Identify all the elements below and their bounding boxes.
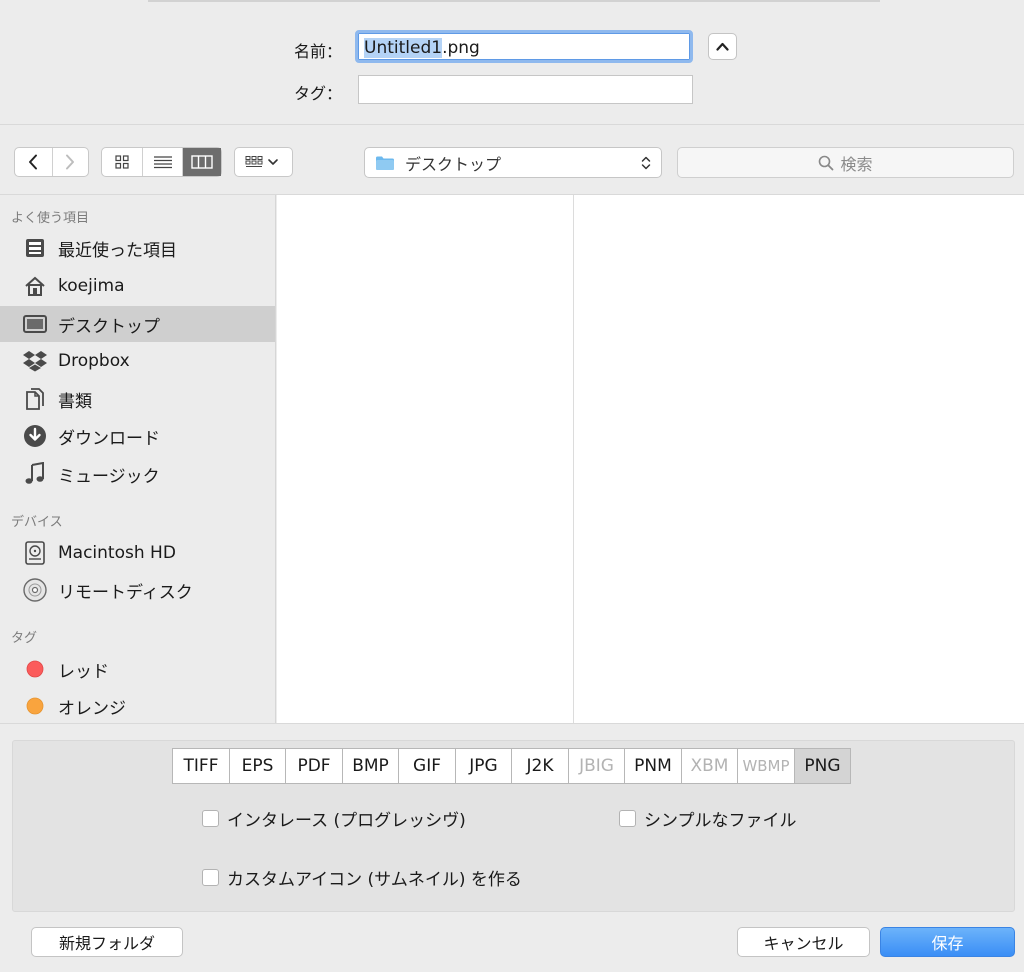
format-bmp-button[interactable]: BMP <box>342 748 399 784</box>
browser-bottom-divider <box>0 723 1024 724</box>
sidebar-item-dropbox[interactable]: Dropbox <box>0 343 275 379</box>
location-popup[interactable]: デスクトップ <box>364 147 662 178</box>
format-gif-button[interactable]: GIF <box>398 748 456 784</box>
sidebar-item-label: ダウンロード <box>58 428 160 449</box>
documents-icon <box>22 386 48 412</box>
browser-column-2[interactable] <box>574 195 1024 723</box>
chevron-left-icon <box>29 154 38 170</box>
sidebar-item-label: koejima <box>58 276 125 296</box>
format-xbm-button: XBM <box>681 748 738 784</box>
format-jpg-button[interactable]: JPG <box>455 748 512 784</box>
expand-dialog-button[interactable] <box>708 33 737 60</box>
tag-input[interactable] <box>358 75 693 104</box>
search-input[interactable]: 検索 <box>677 147 1014 178</box>
devices-heading: デバイス <box>11 515 63 530</box>
chevron-up-icon <box>716 42 729 51</box>
music-icon <box>22 461 48 487</box>
icon-view-button[interactable] <box>102 148 142 176</box>
new-folder-button[interactable]: 新規フォルダ <box>31 927 183 957</box>
sidebar-item-documents[interactable]: 書類 <box>0 381 275 417</box>
sidebar-item-tag-orange[interactable]: オレンジ <box>0 688 275 724</box>
arrange-button[interactable] <box>235 148 292 176</box>
arrange-menu <box>234 147 293 177</box>
sidebar: よく使う項目 最近使った項目 koejima デスクトップ Dropbox 書類 <box>0 195 276 723</box>
checkbox-box[interactable] <box>619 810 636 827</box>
sidebar-item-label: ミュージック <box>58 466 160 487</box>
sidebar-item-label: デスクトップ <box>58 316 160 337</box>
harddisk-icon <box>22 540 48 566</box>
simple-file-checkbox[interactable]: シンプルなファイル <box>619 806 797 831</box>
header-divider <box>0 124 1024 125</box>
tags-heading: タグ <box>11 631 38 646</box>
disc-icon <box>22 577 48 603</box>
chevron-right-icon <box>66 154 75 170</box>
sidebar-item-label: Dropbox <box>58 351 130 371</box>
filename-extension-text: .png <box>442 38 480 58</box>
forward-button[interactable] <box>51 148 89 176</box>
tag-label: タグ： <box>293 84 342 103</box>
format-j2k-button[interactable]: J2K <box>511 748 569 784</box>
format-eps-button[interactable]: EPS <box>229 748 286 784</box>
column-view-button[interactable] <box>182 148 221 176</box>
folder-icon <box>376 156 394 170</box>
list-view-icon <box>153 156 172 169</box>
interlace-checkbox[interactable]: インタレース (プログレッシヴ) <box>202 806 466 831</box>
format-tiff-button[interactable]: TIFF <box>172 748 230 784</box>
recents-icon <box>22 235 48 261</box>
format-selector: TIFF EPS PDF BMP GIF JPG J2K JBIG PNM XB… <box>172 748 851 784</box>
checkbox-box[interactable] <box>202 869 219 886</box>
simple-file-label: シンプルなファイル <box>644 811 797 831</box>
sidebar-item-label: レッド <box>58 661 109 682</box>
back-button[interactable] <box>15 148 52 176</box>
sidebar-item-recents[interactable]: 最近使った項目 <box>0 230 275 266</box>
dropbox-icon <box>22 348 48 374</box>
location-label: デスクトップ <box>405 154 502 174</box>
custom-icon-checkbox[interactable]: カスタムアイコン (サムネイル) を作る <box>202 865 522 890</box>
sidebar-item-desktop[interactable]: デスクトップ <box>0 306 275 342</box>
nav-back-forward <box>14 147 89 177</box>
search-icon <box>819 155 834 170</box>
sidebar-item-macintosh-hd[interactable]: Macintosh HD <box>0 535 275 571</box>
name-label: 名前： <box>293 42 342 61</box>
updown-chevron-icon <box>641 156 651 170</box>
search-placeholder: 検索 <box>840 154 873 174</box>
format-png-button[interactable]: PNG <box>794 748 851 784</box>
filename-input[interactable]: Untitled1.png <box>355 30 693 63</box>
desktop-icon <box>22 311 48 337</box>
tag-dot-orange-icon <box>22 693 48 719</box>
sheet-top-edge <box>148 0 880 2</box>
sidebar-item-downloads[interactable]: ダウンロード <box>0 418 275 454</box>
interlace-label: インタレース (プログレッシヴ) <box>227 811 466 831</box>
sidebar-item-label: 最近使った項目 <box>58 240 177 261</box>
save-button[interactable]: 保存 <box>880 927 1015 957</box>
sidebar-item-label: 書類 <box>58 391 92 412</box>
sidebar-item-tag-red[interactable]: レッド <box>0 651 275 687</box>
arrange-grid-icon <box>245 156 278 167</box>
home-icon <box>22 273 48 299</box>
view-mode-control <box>101 147 222 177</box>
sidebar-item-label: オレンジ <box>58 698 126 719</box>
format-wbmp-button: WBMP <box>737 748 795 784</box>
filename-selected-text: Untitled1 <box>364 38 443 58</box>
sidebar-item-remote-disc[interactable]: リモートディスク <box>0 572 275 608</box>
favorites-heading: よく使う項目 <box>11 211 90 226</box>
format-pnm-button[interactable]: PNM <box>624 748 682 784</box>
sidebar-item-label: Macintosh HD <box>58 543 176 563</box>
grid-view-icon <box>115 155 129 169</box>
list-view-button[interactable] <box>142 148 182 176</box>
format-jbig-button: JBIG <box>568 748 625 784</box>
browser-column-1[interactable] <box>277 195 573 723</box>
sidebar-item-label: リモートディスク <box>58 582 193 603</box>
sidebar-item-music[interactable]: ミュージック <box>0 456 275 492</box>
column-view-icon <box>191 155 213 169</box>
cancel-button[interactable]: キャンセル <box>737 927 870 957</box>
sidebar-item-home[interactable]: koejima <box>0 268 275 304</box>
format-pdf-button[interactable]: PDF <box>285 748 343 784</box>
checkbox-box[interactable] <box>202 810 219 827</box>
custom-icon-label: カスタムアイコン (サムネイル) を作る <box>227 870 522 890</box>
tag-dot-red-icon <box>22 656 48 682</box>
downloads-icon <box>22 423 48 449</box>
